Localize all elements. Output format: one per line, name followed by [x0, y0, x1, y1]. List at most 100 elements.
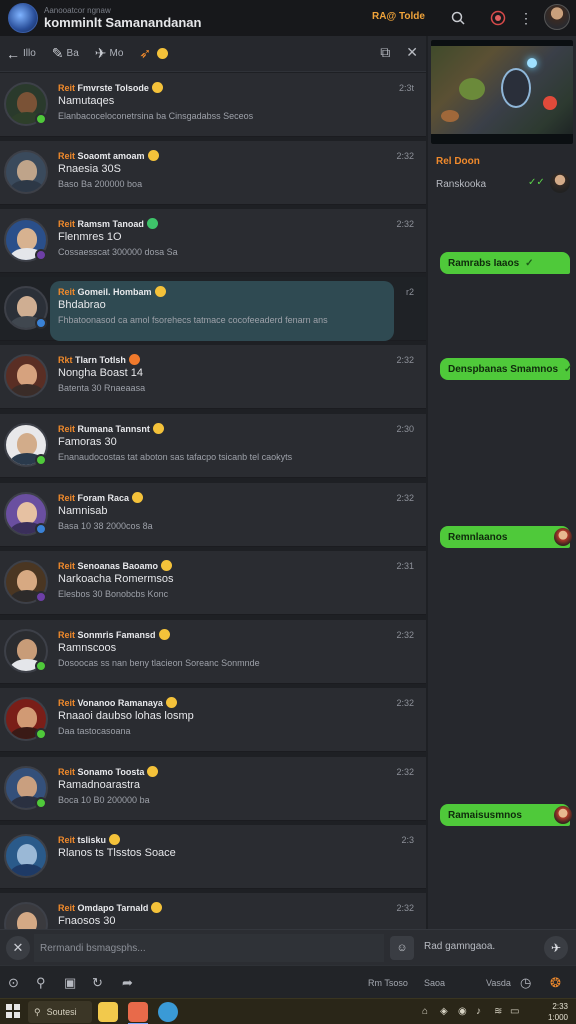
sent-message-bubble[interactable]: Ramaisusmnos	[440, 804, 572, 826]
gallery-icon[interactable]: ▣	[64, 975, 76, 991]
chat-title: Vonanoo Ramanaya	[77, 698, 163, 708]
chat-preview: Elesbos 30 Bonobcbs Konc	[58, 589, 169, 599]
taskbar-search[interactable]: ⚲ Soutesi	[28, 1001, 92, 1023]
avatar-face	[17, 639, 37, 661]
contact-avatar[interactable]	[4, 902, 48, 929]
chat-list-item[interactable]: Reit Sonamo Toosta Ramadnoarastra Boca 10 …	[0, 757, 426, 821]
chat-tag: Reit	[58, 835, 76, 845]
avatar-body	[10, 384, 44, 396]
messenger-app-icon[interactable]	[158, 1002, 178, 1022]
sent-message-bubble[interactable]: Ramrabs Iaaos ✓	[440, 252, 570, 274]
clock-time: 2:33	[552, 1002, 568, 1011]
avatar-face	[17, 570, 37, 592]
toolbar-text-3[interactable]: Vasda	[486, 978, 511, 988]
chat-list-item[interactable]: Reit Sonmris Famansd Ramnscoos Dosoocas ss…	[0, 620, 426, 684]
presence-dot	[35, 113, 47, 125]
toolbar-text-1[interactable]: Rm Tsoso	[368, 978, 408, 988]
chat-list-item[interactable]: Reit Omdapo Tarnald Fnaosos 30 2:32	[0, 893, 426, 929]
tray-icon-4[interactable]: ♪	[476, 1006, 481, 1017]
time-icon[interactable]: ◷	[520, 975, 531, 991]
back-button[interactable]: ← Illo	[6, 46, 36, 62]
taskbar-clock[interactable]: 2:33 1:000	[548, 1001, 568, 1023]
toolbar-text-2[interactable]: Saoa	[424, 978, 445, 988]
tray-icon-1[interactable]: ⌂	[422, 1006, 428, 1017]
taskbar-search-icon: ⚲	[34, 1006, 41, 1017]
wifi-icon[interactable]: ≋	[494, 1006, 502, 1017]
record-icon[interactable]	[488, 8, 508, 28]
chat-name: Reit Rumana Tannsnt	[58, 423, 164, 434]
chat-subtitle: Rlanos ts Tlsstos Soace	[58, 847, 176, 859]
user-avatar[interactable]	[544, 4, 570, 30]
chat-list-item[interactable]: Rkt Tlarn Totlsh Nongha Boast 14 Batenta 3…	[0, 345, 426, 409]
mute-button[interactable]: ✈ Mo	[95, 45, 124, 62]
chat-list-item[interactable]: Reit Soaomt amoam Rnaesia 30S Baso Ba 2000…	[0, 141, 426, 205]
chat-title: Senoanas Baoamo	[77, 561, 159, 571]
video-hud-top	[431, 40, 573, 46]
chat-name: Reit Sonamo Toosta	[58, 766, 159, 777]
contact-avatar[interactable]	[550, 173, 570, 193]
chat-list-item[interactable]: Reit Fmvrste Tolsode Namutaqes Elanbacocel…	[0, 73, 426, 137]
battery-icon[interactable]: ▭	[510, 1006, 519, 1017]
reaction-button[interactable]: ➶	[139, 45, 169, 62]
chat-list-item[interactable]: Reit Rumana Tannsnt Famoras 30 Enanaudocos…	[0, 414, 426, 478]
chat-list-item[interactable]: Reit Ramsm Tanoad Flenmres 1O Cossaesscat …	[0, 209, 426, 273]
close-composer-button[interactable]: ✕	[6, 936, 30, 960]
chat-time: 2:32	[396, 698, 414, 708]
copy-icon[interactable]: ⧉	[380, 44, 390, 61]
chat-subtitle: Ramadnoarastra	[58, 779, 140, 791]
chat-title: Omdapo Tarnald	[77, 903, 149, 913]
chat-list-item[interactable]: Reit tslisku Rlanos ts Tlsstos Soace 2:3	[0, 825, 426, 889]
spell-glow	[527, 58, 537, 68]
tray-icon-3[interactable]: ◉	[458, 1006, 467, 1017]
emoji-icon	[147, 150, 159, 161]
browser-app-icon[interactable]	[128, 1002, 148, 1024]
refresh-icon[interactable]: ↻	[92, 975, 103, 991]
emoji-icon	[128, 354, 140, 365]
chat-time: 2:32	[396, 630, 414, 640]
avatar-face	[17, 228, 37, 250]
windows-start-icon[interactable]	[6, 1004, 20, 1018]
chat-tag: Reit	[58, 219, 76, 229]
chat-tag: Reit	[58, 630, 76, 640]
title-block: Aanooatcor ngnaw komminlt Samanandanan	[44, 7, 201, 30]
terrain-patch	[459, 78, 485, 100]
contact-avatar[interactable]	[4, 354, 48, 398]
chat-name: Reit Soaomt amoam	[58, 150, 159, 161]
send-button[interactable]: ✈	[544, 936, 568, 960]
close-icon[interactable]: ✕	[406, 44, 418, 61]
settings-icon[interactable]: ⊙	[8, 975, 19, 991]
emoji-picker-button[interactable]: ☺	[390, 936, 414, 960]
smile-emoji-icon	[157, 48, 169, 59]
emoji-icon	[132, 492, 144, 503]
message-text: Ramrabs Iaaos	[448, 257, 520, 269]
chat-time: 2:3t	[398, 83, 414, 93]
chat-list-item[interactable]: Reit Vonanoo Ramanaya Rnaaoi daubso lohas…	[0, 688, 426, 752]
sent-message-bubble[interactable]: Denspbanas Smamnos ✓	[440, 358, 572, 380]
double-check-icon: ✓✓	[528, 177, 545, 188]
sent-message-bubble[interactable]: Remnlaanos	[440, 526, 572, 548]
game-video-thumbnail[interactable]	[431, 40, 573, 144]
chat-title: Sonamo Toosta	[77, 767, 145, 777]
chat-list-item[interactable]: Reit Senoanas Baoamo Narkoacha Romermsos E…	[0, 551, 426, 615]
chat-time: 2:32	[396, 219, 414, 229]
contact-avatar[interactable]	[4, 150, 48, 194]
tray-icon-2[interactable]: ◈	[440, 1006, 448, 1017]
emoji-icon	[158, 629, 170, 640]
more-icon[interactable]: ⋮	[516, 8, 536, 28]
notes-app-icon[interactable]	[98, 1002, 118, 1022]
message-input[interactable]	[34, 934, 384, 962]
app-logo[interactable]	[8, 3, 38, 33]
search-small-icon[interactable]: ⚲	[36, 975, 46, 991]
search-icon[interactable]	[448, 8, 468, 28]
chat-list-item[interactable]: Reit Gomeil. Hombam Bhdabrao Fhbatoonasod …	[0, 277, 426, 341]
share-icon[interactable]: ➦	[122, 975, 133, 991]
fire-icon[interactable]: ❂	[550, 975, 561, 991]
pin-button[interactable]: ✎ Ba	[52, 45, 79, 62]
contact-avatar[interactable]	[4, 834, 48, 878]
chat-preview: Fhbatoonasod ca amol fsorehecs tatmace c…	[58, 315, 328, 325]
message-text: Denspbanas Smamnos	[448, 363, 559, 375]
chat-list-item[interactable]: Reit Foram Raca Namnisab Basa 10 38 2000co…	[0, 483, 426, 547]
emoji-icon	[146, 218, 158, 229]
composer-secondary-input[interactable]: Rad gamngaoa.	[424, 941, 495, 952]
chat-time: 2:32	[396, 493, 414, 503]
